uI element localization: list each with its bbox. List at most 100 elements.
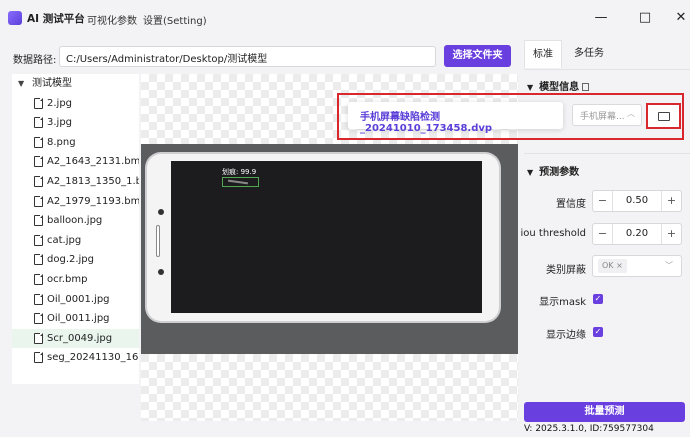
model-dropdown[interactable]: 手机屏幕缺陷检测_20241010_173458.dvp xyxy=(348,102,563,134)
tree-file-item[interactable]: ocr.bmp xyxy=(12,270,139,290)
minus-icon[interactable]: − xyxy=(593,191,613,211)
tree-file-item[interactable]: 2.jpg xyxy=(12,94,139,114)
tree-file-item[interactable]: Oil_0001.jpg xyxy=(12,290,139,310)
app-logo-icon xyxy=(8,11,22,25)
caret-down-icon[interactable]: ▼ xyxy=(18,74,24,94)
menu-visual-params[interactable]: 可视化参数 xyxy=(87,12,137,27)
tree-file-item[interactable]: cat.jpg xyxy=(12,231,139,251)
tab-multitask[interactable]: 多任务 xyxy=(567,40,611,68)
tree-file-item[interactable]: balloon.jpg xyxy=(12,211,139,231)
plus-icon[interactable]: + xyxy=(661,224,681,244)
tree-root-label: 测试模型 xyxy=(32,78,72,89)
tree-file-item[interactable]: A2_1643_2131.bmp xyxy=(12,152,139,172)
model-info-label: 模型信息 xyxy=(539,82,580,93)
file-icon xyxy=(34,136,43,148)
tree-file-item[interactable]: Oil_0011.jpg xyxy=(12,309,139,329)
close-icon[interactable]: × xyxy=(616,261,623,270)
tree-file-label: cat.jpg xyxy=(47,234,82,246)
tree-file-item[interactable]: seg_20241130_16 xyxy=(12,348,139,368)
tab-standard[interactable]: 标准 xyxy=(524,40,562,68)
app-title: AI 测试平台 xyxy=(27,13,85,25)
maximize-icon[interactable]: □ xyxy=(637,10,653,26)
tree-file-item[interactable]: A2_1979_1193.bmp xyxy=(12,192,139,212)
select-folder-button[interactable]: 选择文件夹 xyxy=(444,45,511,67)
batch-predict-button[interactable]: 批量预测 xyxy=(524,402,685,422)
file-icon xyxy=(34,117,43,129)
model-select[interactable]: 手机屏幕... ︿ xyxy=(572,104,642,126)
tree-file-item[interactable]: 8.png xyxy=(12,133,139,153)
iou-stepper[interactable]: − 0.20 + xyxy=(592,223,682,245)
chevron-down-icon: ▼ xyxy=(527,83,534,92)
data-path-input[interactable]: C:/Users/Administrator/Desktop/测试模型 xyxy=(59,46,436,67)
show-mask-checkbox[interactable]: ✓ xyxy=(593,294,603,304)
model-info-title[interactable]: ▼ 模型信息 xyxy=(527,78,590,93)
chevron-down-icon: ▼ xyxy=(527,168,534,177)
file-icon xyxy=(34,97,43,109)
tree-file-label: Oil_0001.jpg xyxy=(47,293,110,305)
file-icon xyxy=(34,352,43,364)
file-icon xyxy=(34,175,43,187)
tree-file-label: seg_20241130_16 xyxy=(47,352,139,364)
category-mask-label: 类别屏蔽 xyxy=(546,265,586,276)
tree-file-item[interactable]: A2_1813_1350_1.bmp xyxy=(12,172,139,192)
tree-file-item[interactable]: Scr_0049.jpg xyxy=(12,328,139,349)
phone-sensor xyxy=(158,269,164,275)
file-icon xyxy=(34,254,43,266)
file-icon xyxy=(34,293,43,305)
iou-value[interactable]: 0.20 xyxy=(613,224,661,244)
tree-file-label: balloon.jpg xyxy=(47,215,103,227)
tree-file-label: ocr.bmp xyxy=(47,273,88,285)
minimize-icon[interactable]: — xyxy=(593,10,609,26)
model-dropdown-item[interactable]: 手机屏幕缺陷检测_20241010_173458.dvp xyxy=(360,108,563,134)
tree-file-label: A2_1813_1350_1.bmp xyxy=(47,175,139,187)
file-icon xyxy=(34,273,43,285)
file-icon xyxy=(34,195,43,207)
tree-file-label: Oil_0011.jpg xyxy=(47,313,110,325)
file-icon xyxy=(34,234,43,246)
tree-root[interactable]: ▼ 测试模型 xyxy=(12,74,139,94)
phone-image: 划痕: 99.9 xyxy=(147,154,499,321)
file-icon xyxy=(34,156,43,168)
close-icon[interactable]: ✕ xyxy=(673,10,689,26)
file-icon xyxy=(34,332,43,344)
tree-file-label: A2_1643_2131.bmp xyxy=(47,156,139,168)
tree-file-label: Scr_0049.jpg xyxy=(47,332,113,344)
copy-icon[interactable] xyxy=(582,83,590,91)
model-select-value: 手机屏幕... xyxy=(580,112,625,122)
tree-file-item[interactable]: dog.2.jpg xyxy=(12,250,139,270)
file-icon xyxy=(34,313,43,325)
tree-file-label: A2_1979_1193.bmp xyxy=(47,195,139,207)
predict-params-label: 预测参数 xyxy=(539,167,580,178)
data-path-label: 数据路径: xyxy=(13,55,57,66)
open-folder-button[interactable] xyxy=(646,103,681,129)
show-edge-label: 显示边缘 xyxy=(546,330,586,341)
chevron-up-icon: ︿ xyxy=(627,109,635,118)
version-text: V: 2025.3.1.0, ID:759577304 xyxy=(524,424,654,434)
file-tree: ▼ 测试模型 2.jpg 3.jpg 8.png A2_1643_2131.bmp A2… xyxy=(12,74,139,384)
category-tag[interactable]: OK × xyxy=(598,259,627,273)
phone-screen: 划痕: 99.9 xyxy=(171,161,482,313)
phone-camera xyxy=(158,209,164,215)
category-mask-select[interactable]: OK × ﹀ xyxy=(592,255,682,277)
result-image: 划痕: 99.9 xyxy=(141,144,518,354)
chevron-down-icon: ﹀ xyxy=(665,261,673,270)
tree-file-label: 8.png xyxy=(47,136,76,148)
file-icon xyxy=(34,215,43,227)
iou-label: iou threshold xyxy=(520,228,586,239)
tab-divider xyxy=(524,69,690,70)
plus-icon[interactable]: + xyxy=(661,191,681,211)
show-mask-label: 显示mask xyxy=(539,297,586,308)
category-tag-label: OK xyxy=(602,261,614,270)
confidence-value[interactable]: 0.50 xyxy=(613,191,661,211)
menu-settings[interactable]: 设置(Setting) xyxy=(143,12,207,27)
predict-params-title[interactable]: ▼ 预测参数 xyxy=(527,163,579,178)
tree-file-label: 2.jpg xyxy=(47,97,73,109)
defect-label: 划痕: 99.9 xyxy=(222,168,257,176)
show-edge-checkbox[interactable]: ✓ xyxy=(593,327,603,337)
confidence-stepper[interactable]: − 0.50 + xyxy=(592,190,682,212)
tree-file-item[interactable]: 3.jpg xyxy=(12,113,139,133)
minus-icon[interactable]: − xyxy=(593,224,613,244)
title-bar: AI 测试平台 可视化参数 设置(Setting) — □ ✕ xyxy=(0,0,690,38)
tree-file-label: dog.2.jpg xyxy=(47,254,95,266)
section-divider xyxy=(524,153,690,154)
